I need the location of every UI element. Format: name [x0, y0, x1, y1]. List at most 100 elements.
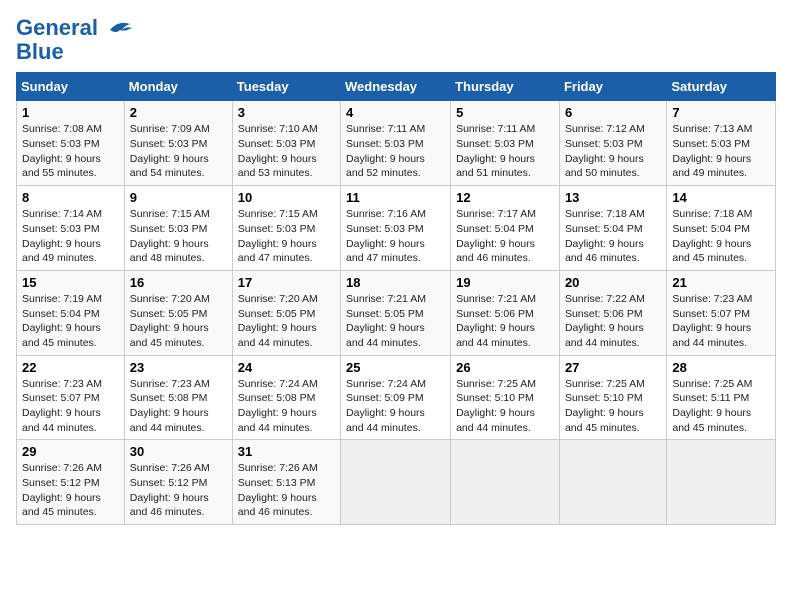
day-number: 27: [565, 360, 661, 375]
calendar-cell: 19 Sunrise: 7:21 AMSunset: 5:06 PMDayligh…: [451, 270, 560, 355]
day-detail: Sunrise: 7:15 AMSunset: 5:03 PMDaylight:…: [238, 208, 318, 264]
day-detail: Sunrise: 7:18 AMSunset: 5:04 PMDaylight:…: [672, 208, 752, 264]
day-detail: Sunrise: 7:24 AMSunset: 5:08 PMDaylight:…: [238, 378, 318, 434]
day-number: 18: [346, 275, 445, 290]
calendar-cell: 7 Sunrise: 7:13 AMSunset: 5:03 PMDaylight…: [667, 101, 776, 186]
day-number: 11: [346, 190, 445, 205]
header-friday: Friday: [559, 73, 666, 101]
calendar-cell: 12 Sunrise: 7:17 AMSunset: 5:04 PMDayligh…: [451, 186, 560, 271]
day-detail: Sunrise: 7:09 AMSunset: 5:03 PMDaylight:…: [130, 123, 210, 179]
day-number: 29: [22, 444, 119, 459]
day-number: 8: [22, 190, 119, 205]
day-number: 14: [672, 190, 770, 205]
calendar-cell: 4 Sunrise: 7:11 AMSunset: 5:03 PMDaylight…: [341, 101, 451, 186]
calendar-cell: 10 Sunrise: 7:15 AMSunset: 5:03 PMDayligh…: [232, 186, 340, 271]
day-number: 9: [130, 190, 227, 205]
calendar-week-1: 1 Sunrise: 7:08 AMSunset: 5:03 PMDaylight…: [17, 101, 776, 186]
day-number: 13: [565, 190, 661, 205]
day-detail: Sunrise: 7:08 AMSunset: 5:03 PMDaylight:…: [22, 123, 102, 179]
day-number: 21: [672, 275, 770, 290]
day-number: 20: [565, 275, 661, 290]
day-number: 17: [238, 275, 335, 290]
day-number: 4: [346, 105, 445, 120]
logo-bird-icon: [102, 18, 134, 42]
day-detail: Sunrise: 7:11 AMSunset: 5:03 PMDaylight:…: [456, 123, 535, 179]
calendar-cell: [451, 440, 560, 525]
day-number: 6: [565, 105, 661, 120]
day-number: 23: [130, 360, 227, 375]
calendar-table: SundayMondayTuesdayWednesdayThursdayFrid…: [16, 72, 776, 525]
calendar-cell: 15 Sunrise: 7:19 AMSunset: 5:04 PMDayligh…: [17, 270, 125, 355]
calendar-cell: 13 Sunrise: 7:18 AMSunset: 5:04 PMDayligh…: [559, 186, 666, 271]
calendar-cell: 22Sunrise: 7:23 AMSunset: 5:07 PMDayligh…: [17, 355, 125, 440]
calendar-cell: 25 Sunrise: 7:24 AMSunset: 5:09 PMDayligh…: [341, 355, 451, 440]
day-detail: Sunrise: 7:19 AMSunset: 5:04 PMDaylight:…: [22, 293, 102, 349]
calendar-cell: [667, 440, 776, 525]
header-sunday: Sunday: [17, 73, 125, 101]
day-number: 1: [22, 105, 119, 120]
day-number: 2: [130, 105, 227, 120]
day-number: 3: [238, 105, 335, 120]
day-detail: Sunrise: 7:23 AMSunset: 5:08 PMDaylight:…: [130, 378, 210, 434]
day-detail: Sunrise: 7:21 AMSunset: 5:06 PMDaylight:…: [456, 293, 536, 349]
logo-general: General: [16, 15, 98, 40]
calendar-cell: 30 Sunrise: 7:26 AMSunset: 5:12 PMDayligh…: [124, 440, 232, 525]
day-detail: Sunrise: 7:17 AMSunset: 5:04 PMDaylight:…: [456, 208, 536, 264]
logo-blue: Blue: [16, 39, 64, 64]
day-detail: Sunrise: 7:14 AMSunset: 5:03 PMDaylight:…: [22, 208, 102, 264]
day-number: 30: [130, 444, 227, 459]
calendar-cell: 14 Sunrise: 7:18 AMSunset: 5:04 PMDayligh…: [667, 186, 776, 271]
calendar-week-2: 8 Sunrise: 7:14 AMSunset: 5:03 PMDaylight…: [17, 186, 776, 271]
day-detail: Sunrise: 7:23 AMSunset: 5:07 PMDaylight:…: [672, 293, 752, 349]
day-number: 19: [456, 275, 554, 290]
day-number: 24: [238, 360, 335, 375]
day-detail: Sunrise: 7:26 AMSunset: 5:12 PMDaylight:…: [22, 462, 102, 518]
calendar-week-4: 22Sunrise: 7:23 AMSunset: 5:07 PMDayligh…: [17, 355, 776, 440]
day-detail: Sunrise: 7:25 AMSunset: 5:11 PMDaylight:…: [672, 378, 752, 434]
calendar-cell: 23 Sunrise: 7:23 AMSunset: 5:08 PMDayligh…: [124, 355, 232, 440]
calendar-cell: 21 Sunrise: 7:23 AMSunset: 5:07 PMDayligh…: [667, 270, 776, 355]
day-detail: Sunrise: 7:11 AMSunset: 5:03 PMDaylight:…: [346, 123, 425, 179]
day-number: 12: [456, 190, 554, 205]
calendar-cell: 27Sunrise: 7:25 AMSunset: 5:10 PMDayligh…: [559, 355, 666, 440]
day-detail: Sunrise: 7:12 AMSunset: 5:03 PMDaylight:…: [565, 123, 645, 179]
calendar-cell: [341, 440, 451, 525]
header-tuesday: Tuesday: [232, 73, 340, 101]
header-row: SundayMondayTuesdayWednesdayThursdayFrid…: [17, 73, 776, 101]
day-detail: Sunrise: 7:18 AMSunset: 5:04 PMDaylight:…: [565, 208, 645, 264]
calendar-cell: [559, 440, 666, 525]
header-monday: Monday: [124, 73, 232, 101]
day-detail: Sunrise: 7:16 AMSunset: 5:03 PMDaylight:…: [346, 208, 426, 264]
calendar-cell: 6 Sunrise: 7:12 AMSunset: 5:03 PMDaylight…: [559, 101, 666, 186]
header-wednesday: Wednesday: [341, 73, 451, 101]
day-detail: Sunrise: 7:25 AMSunset: 5:10 PMDaylight:…: [456, 378, 536, 434]
day-detail: Sunrise: 7:23 AMSunset: 5:07 PMDaylight:…: [22, 378, 102, 434]
calendar-cell: 28 Sunrise: 7:25 AMSunset: 5:11 PMDayligh…: [667, 355, 776, 440]
calendar-cell: 18 Sunrise: 7:21 AMSunset: 5:05 PMDayligh…: [341, 270, 451, 355]
day-detail: Sunrise: 7:24 AMSunset: 5:09 PMDaylight:…: [346, 378, 426, 434]
calendar-cell: 16 Sunrise: 7:20 AMSunset: 5:05 PMDayligh…: [124, 270, 232, 355]
day-number: 16: [130, 275, 227, 290]
day-detail: Sunrise: 7:26 AMSunset: 5:12 PMDaylight:…: [130, 462, 210, 518]
calendar-cell: 2 Sunrise: 7:09 AMSunset: 5:03 PMDaylight…: [124, 101, 232, 186]
calendar-cell: 29 Sunrise: 7:26 AMSunset: 5:12 PMDayligh…: [17, 440, 125, 525]
day-detail: Sunrise: 7:10 AMSunset: 5:03 PMDaylight:…: [238, 123, 318, 179]
day-number: 25: [346, 360, 445, 375]
calendar-cell: 11 Sunrise: 7:16 AMSunset: 5:03 PMDayligh…: [341, 186, 451, 271]
header-thursday: Thursday: [451, 73, 560, 101]
day-number: 5: [456, 105, 554, 120]
calendar-cell: 9Sunrise: 7:15 AMSunset: 5:03 PMDaylight…: [124, 186, 232, 271]
day-number: 31: [238, 444, 335, 459]
calendar-week-3: 15 Sunrise: 7:19 AMSunset: 5:04 PMDayligh…: [17, 270, 776, 355]
day-number: 7: [672, 105, 770, 120]
logo: General Blue: [16, 16, 134, 64]
day-detail: Sunrise: 7:21 AMSunset: 5:05 PMDaylight:…: [346, 293, 426, 349]
calendar-cell: 8 Sunrise: 7:14 AMSunset: 5:03 PMDaylight…: [17, 186, 125, 271]
calendar-cell: 26Sunrise: 7:25 AMSunset: 5:10 PMDayligh…: [451, 355, 560, 440]
day-detail: Sunrise: 7:20 AMSunset: 5:05 PMDaylight:…: [130, 293, 210, 349]
day-detail: Sunrise: 7:13 AMSunset: 5:03 PMDaylight:…: [672, 123, 752, 179]
day-number: 15: [22, 275, 119, 290]
calendar-cell: 20Sunrise: 7:22 AMSunset: 5:06 PMDayligh…: [559, 270, 666, 355]
day-number: 28: [672, 360, 770, 375]
day-number: 10: [238, 190, 335, 205]
